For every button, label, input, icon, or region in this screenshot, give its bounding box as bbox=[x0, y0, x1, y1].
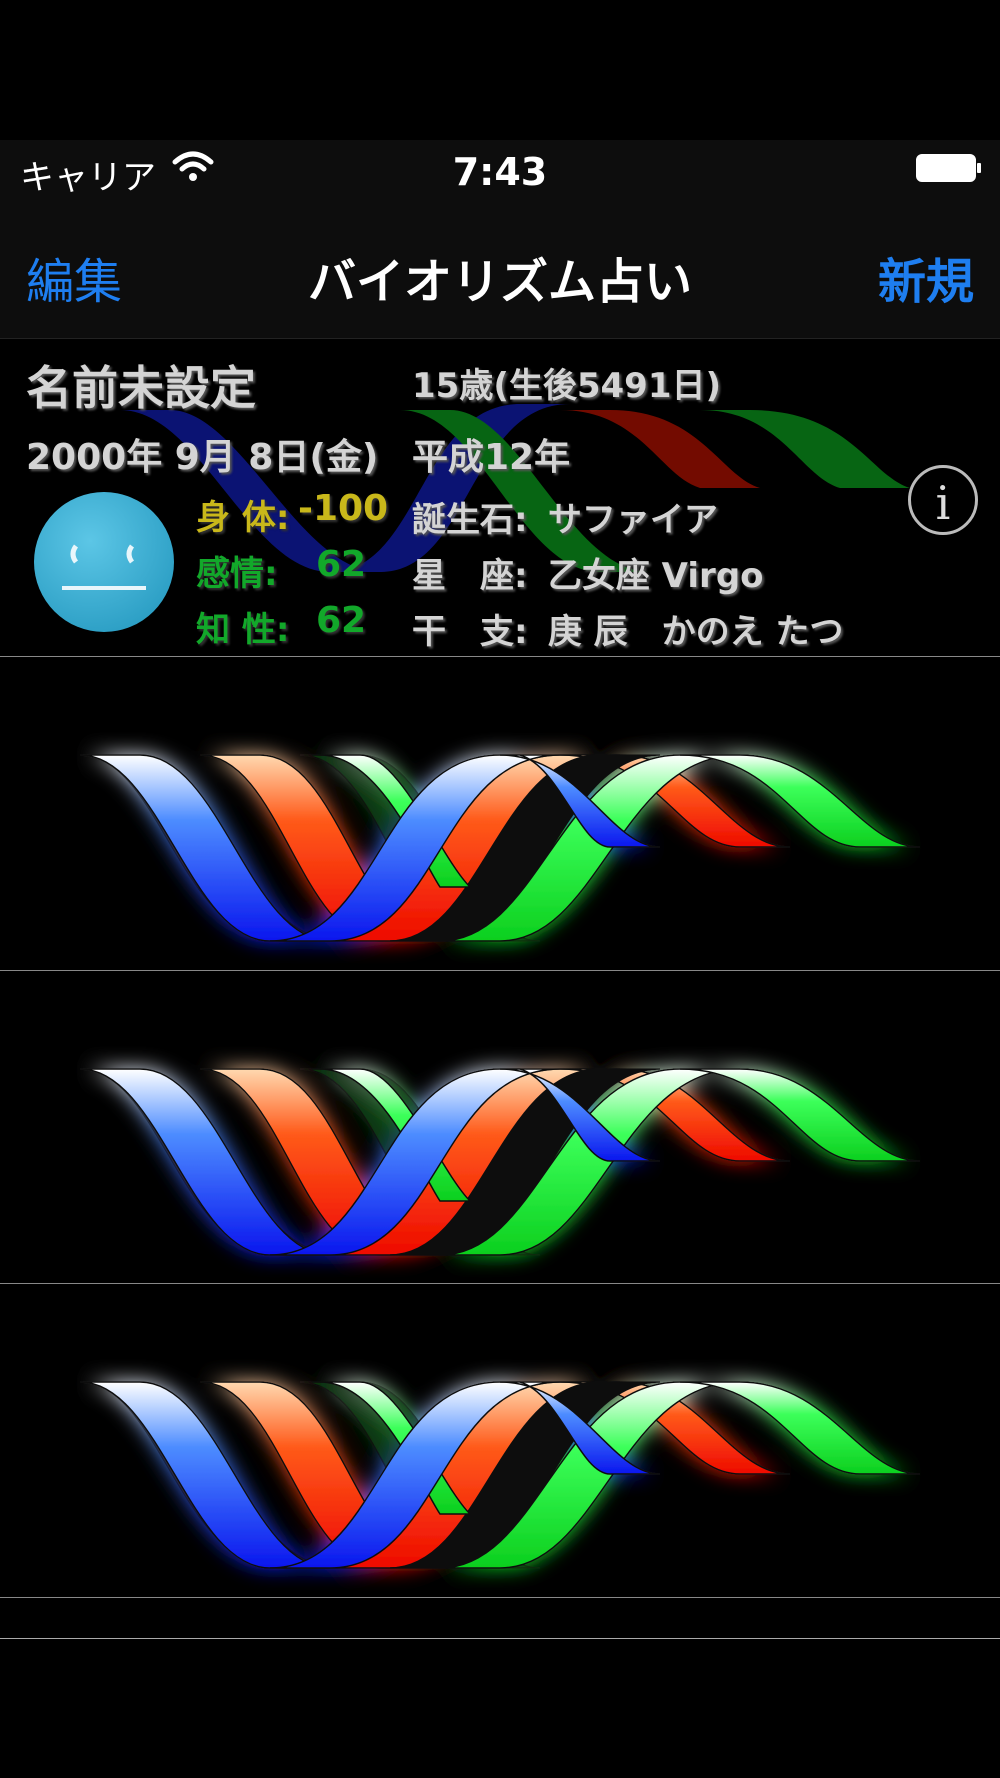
navigation-bar: 編集 バイオリズム占い 新規 bbox=[0, 202, 1000, 339]
intellect-value: 62 bbox=[316, 600, 367, 641]
new-button[interactable]: 新規 bbox=[878, 242, 974, 312]
ribbon-row-3[interactable] bbox=[0, 1283, 1000, 1598]
status-time: 7:43 bbox=[452, 150, 548, 194]
intellect-label: 知 性: bbox=[196, 610, 290, 650]
zodiac-row: 星 座: 乙女座 Virgo bbox=[412, 548, 764, 597]
smiley-face-icon bbox=[34, 492, 174, 632]
eto-row: 干 支: 庚 辰 かのえ たつ bbox=[412, 604, 844, 653]
birthstone-value: サファイア bbox=[547, 500, 718, 540]
person-name: 名前未設定 bbox=[26, 361, 256, 415]
birthstone-row: 誕生石: サファイア bbox=[412, 492, 718, 541]
info-icon[interactable]: i bbox=[908, 465, 978, 535]
toolbar-divider bbox=[0, 1638, 1000, 1639]
battery-icon bbox=[916, 154, 981, 182]
ribbon-row-2[interactable] bbox=[0, 970, 1000, 1285]
age-text: 15歳(生後5491日) bbox=[412, 366, 722, 406]
ribbon-graphic bbox=[79, 754, 921, 942]
profile-header[interactable]: 名前未設定 15歳(生後5491日) 2000年 9月 8日(金) 平成12年 … bbox=[0, 340, 1000, 656]
eto-label: 干 支: bbox=[412, 612, 528, 652]
emotion-value: 62 bbox=[316, 544, 367, 585]
birthstone-label: 誕生石: bbox=[412, 500, 528, 540]
birthdate-text: 2000年 9月 8日(金) bbox=[26, 437, 379, 478]
page-title: バイオリズム占い bbox=[307, 254, 692, 310]
ribbon-row-1[interactable] bbox=[0, 656, 1000, 971]
eto-value: 庚 辰 かのえ たつ bbox=[547, 612, 844, 652]
status-bar: キャリア 7:43 bbox=[0, 140, 1000, 202]
physical-value: -100 bbox=[298, 488, 389, 529]
zodiac-value: 乙女座 Virgo bbox=[547, 556, 764, 596]
emotion-label: 感情: bbox=[196, 554, 278, 594]
era-text: 平成12年 bbox=[412, 437, 571, 478]
ribbon-graphic bbox=[79, 1381, 921, 1569]
row-divider bbox=[0, 1597, 1000, 1598]
zodiac-label: 星 座: bbox=[412, 556, 528, 596]
physical-label: 身 体: bbox=[196, 498, 290, 538]
ribbon-graphic bbox=[79, 1068, 921, 1256]
